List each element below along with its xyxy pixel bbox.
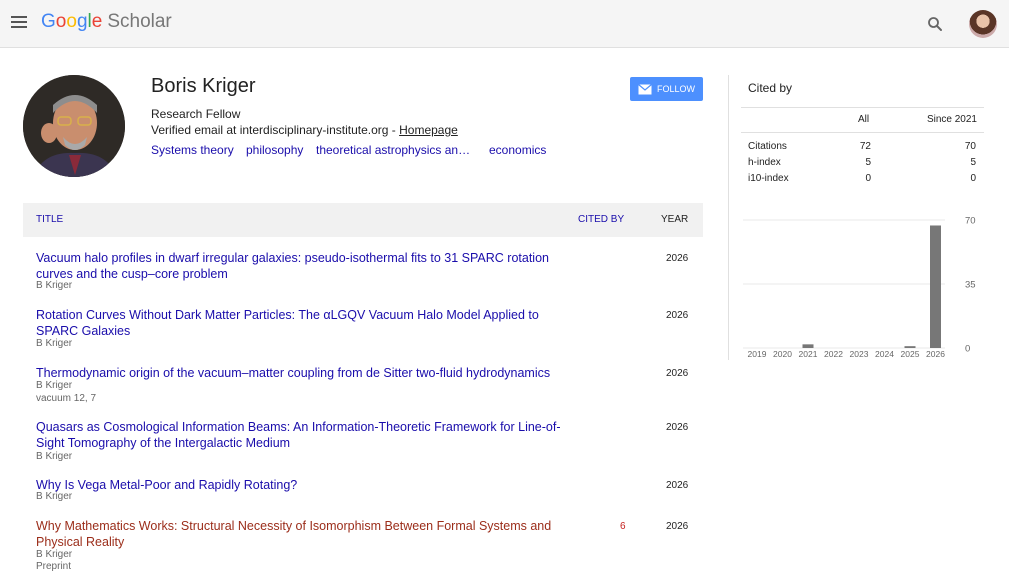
logo-letter: o (66, 11, 77, 32)
article-title-link[interactable]: Quasars as Cosmological Information Beam… (36, 419, 571, 451)
chart-x-tick-label: 2024 (875, 349, 894, 359)
hamburger-menu-icon[interactable] (11, 16, 27, 30)
article-year: 2026 (666, 253, 689, 264)
logo-letter: o (55, 11, 67, 32)
metrics-header: All Since 2021 (741, 107, 984, 133)
metric-since: 0 (970, 173, 976, 184)
interest-link-theoretical-astrophysics[interactable]: theoretical astrophysics an… (316, 143, 470, 157)
chart-x-tick-label: 2023 (850, 349, 869, 359)
chart-bar-2026[interactable] (930, 225, 941, 348)
article-authors: B Kriger (36, 491, 73, 502)
profile-affiliation: Research Fellow (151, 107, 241, 121)
metric-all: 72 (859, 141, 871, 152)
article-venue: vacuum 12, 7 (36, 393, 97, 404)
article-title-link[interactable]: Why Is Vega Metal-Poor and Rapidly Rotat… (36, 477, 571, 493)
chart-x-tick-label: 2020 (773, 349, 792, 359)
article-year: 2026 (666, 521, 689, 532)
follow-label: FOLLOW (656, 84, 695, 94)
logo-suffix: Scholar (107, 11, 172, 32)
article-title-link[interactable]: Vacuum halo profiles in dwarf irregular … (36, 250, 571, 282)
account-avatar[interactable] (969, 10, 997, 38)
homepage-link[interactable]: Homepage (399, 123, 458, 137)
chart-y-tick-label: 70 (965, 216, 976, 227)
profile-name: Boris Kriger (151, 75, 256, 97)
citation-metrics-table: All Since 2021 Citations 72 70 h-index 5… (741, 107, 984, 187)
metric-since: 70 (964, 141, 976, 152)
article-year: 2026 (666, 368, 689, 379)
chart-y-tick-label: 35 (965, 280, 976, 291)
metric-all: 5 (865, 157, 871, 168)
search-icon[interactable] (926, 15, 944, 33)
interest-link-economics[interactable]: economics (489, 143, 546, 157)
article-authors: B Kriger (36, 380, 73, 391)
logo-letter: e (91, 11, 103, 32)
profile-photo (23, 75, 125, 177)
metric-all: 0 (865, 173, 871, 184)
chart-bar-2021[interactable] (802, 344, 814, 348)
metric-label: h-index (748, 157, 781, 168)
metric-row-citations: Citations 72 70 (741, 139, 984, 155)
metric-row-i10-index: i10-index 0 0 (741, 171, 984, 187)
column-all: All (858, 114, 870, 125)
article-title-link[interactable]: Why Mathematics Works: Structural Necess… (36, 518, 571, 550)
article-authors: B Kriger (36, 451, 73, 462)
sort-by-cited[interactable]: CITED BY (578, 214, 624, 225)
interest-link-philosophy[interactable]: philosophy (246, 143, 303, 157)
chart-x-tick-label: 2026 (926, 349, 945, 359)
chart-x-tick-label: 2022 (824, 349, 843, 359)
google-scholar-logo[interactable]: Google Scholar (41, 11, 172, 33)
metric-label: i10-index (748, 173, 789, 184)
profile-email: Verified email at interdisciplinary-inst… (151, 123, 458, 137)
citations-per-year-chart: 70 35 0 2019 2020 2021 2022 2023 2024 2025 2026 (743, 216, 976, 359)
top-bar: Google Scholar (0, 0, 1009, 48)
article-venue: Preprint (36, 561, 72, 572)
panel-divider (728, 75, 729, 360)
metric-since: 5 (970, 157, 976, 168)
chart-y-tick-label: 0 (965, 344, 970, 355)
follow-button[interactable]: FOLLOW (630, 77, 703, 101)
metric-label: Citations (748, 141, 787, 152)
email-icon (638, 83, 652, 94)
article-year: 2026 (666, 422, 689, 433)
article-year: 2026 (666, 310, 689, 321)
article-title-link[interactable]: Rotation Curves Without Dark Matter Part… (36, 307, 571, 339)
sort-by-title[interactable]: TITLE (36, 214, 63, 225)
chart-bar-2025[interactable] (904, 346, 916, 348)
chart-x-tick-label: 2019 (748, 349, 767, 359)
logo-letter: G (41, 11, 56, 32)
article-authors: B Kriger (36, 280, 73, 291)
email-text: Verified email at interdisciplinary-inst… (151, 123, 400, 137)
article-authors: B Kriger (36, 338, 73, 349)
chart-x-tick-label: 2025 (901, 349, 920, 359)
interest-link-systems-theory[interactable]: Systems theory (151, 143, 234, 157)
metric-row-h-index: h-index 5 5 (741, 155, 984, 171)
article-authors: B Kriger (36, 549, 73, 560)
article-title-link[interactable]: Thermodynamic origin of the vacuum–matte… (36, 365, 571, 381)
chart-x-tick-label: 2021 (799, 349, 818, 359)
articles-table-header: TITLE CITED BY YEAR (23, 203, 703, 237)
logo-letter: g (76, 11, 88, 32)
article-year: 2026 (666, 480, 689, 491)
column-since: Since 2021 (926, 114, 977, 125)
sort-by-year[interactable]: YEAR (661, 214, 688, 225)
cited-by-title: Cited by (748, 81, 793, 95)
article-cited-by-link[interactable]: 6 (620, 521, 626, 532)
